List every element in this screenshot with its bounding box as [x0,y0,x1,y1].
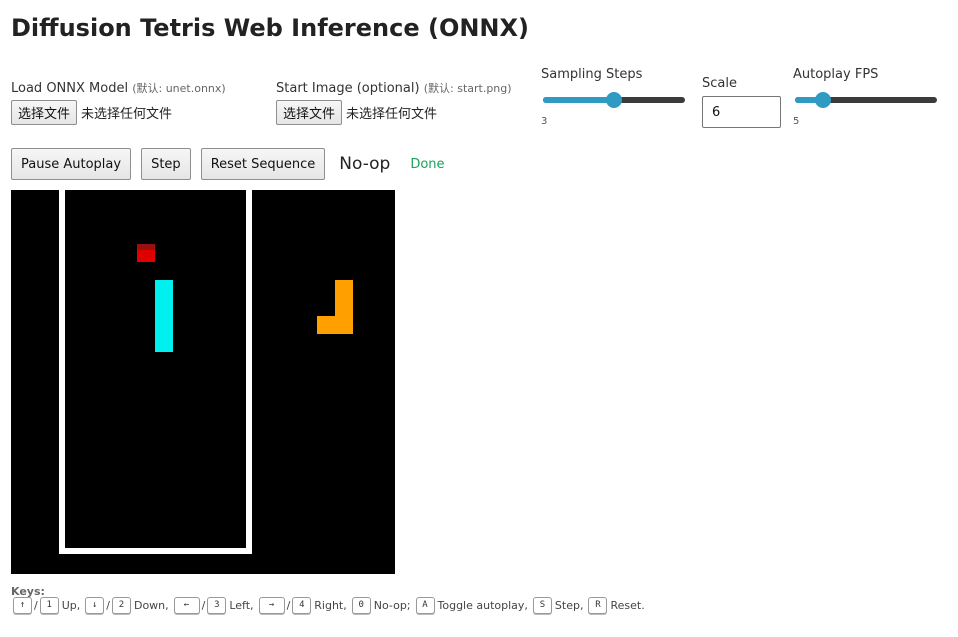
tetris-well [59,190,252,554]
reset-sequence-button[interactable]: Reset Sequence [200,148,326,180]
model-loader-hint: (默认: unet.onnx) [132,82,226,95]
down-arrow-key: ↓ [85,597,105,614]
pause-autoplay-button[interactable]: Pause Autoplay [11,148,132,180]
image-file-row: 选择文件 未选择任何文件 [276,100,512,125]
next-piece-orange-top [335,280,353,334]
page: Diffusion Tetris Web Inference (ONNX) Lo… [0,0,958,637]
step-key-desc: Step, [554,599,584,612]
left-key-desc: Left, [229,599,254,612]
model-loader-label: Load ONNX Model (默认: unet.onnx) [11,80,226,98]
autoplay-fps-value: 5 [793,116,800,127]
model-loader: Load ONNX Model (默认: unet.onnx) 选择文件 未选择… [11,80,226,125]
autoplay-fps-slider[interactable] [793,91,939,109]
model-file-row: 选择文件 未选择任何文件 [11,100,226,125]
keys-title: Keys: [11,585,45,598]
image-loader-hint: (默认: start.png) [423,82,512,95]
falling-piece-cyan [155,280,173,352]
falling-piece-red [137,244,155,262]
autoplay-fps-label: Autoplay FPS [793,67,879,82]
controls-bar: Pause Autoplay Step Reset Sequence No-op… [11,148,445,180]
up-number-key: 1 [39,597,59,614]
autoplay-fps-control: Autoplay FPS 5 [793,67,939,127]
model-file-status: 未选择任何文件 [81,107,173,122]
down-key-desc: Down, [133,599,169,612]
scale-input[interactable] [702,96,781,128]
keys-legend: Keys: ↑ / 1 Up, ↓ / 2 Down, ← / 3 Left, … [11,585,648,614]
model-file-button[interactable]: 选择文件 [11,100,78,125]
autoplay-key: A [415,597,435,614]
key-separator: / [201,599,206,612]
reset-key: R [588,597,608,614]
slider-fill [543,97,614,103]
noop-key: 0 [351,597,371,614]
image-file-status: 未选择任何文件 [346,107,438,122]
next-piece-orange-foot [317,316,335,334]
key-separator: / [286,599,291,612]
current-action-label: No-op [339,154,391,174]
model-loader-label-text: Load ONNX Model [11,81,129,96]
status-label: Done [410,156,445,172]
down-number-key: 2 [111,597,131,614]
autoplay-key-desc: Toggle autoplay, [437,599,528,612]
sampling-steps-value: 3 [541,116,548,127]
slider-thumb[interactable] [815,92,832,108]
up-key-desc: Up, [61,599,81,612]
key-separator: / [34,599,38,612]
reset-key-desc: Reset. [610,599,645,612]
slider-thumb[interactable] [606,92,622,108]
up-arrow-key: ↑ [13,597,32,614]
step-key: S [532,597,552,614]
left-number-key: 3 [207,597,227,614]
scale-control: Scale [702,76,781,128]
page-title: Diffusion Tetris Web Inference (ONNX) [11,14,529,42]
sampling-steps-slider[interactable] [541,91,687,109]
left-arrow-key: ← [173,597,200,614]
keys-line: ↑ / 1 Up, ↓ / 2 Down, ← / 3 Left, → / 4 … [11,597,648,614]
key-separator: / [106,599,110,612]
right-key-desc: Right, [314,599,347,612]
step-button[interactable]: Step [141,148,191,180]
image-loader-label: Start Image (optional) (默认: start.png) [276,80,512,98]
sampling-steps-control: Sampling Steps 3 [541,67,687,127]
right-number-key: 4 [292,597,312,614]
noop-key-desc: No-op; [373,599,411,612]
image-loader-label-text: Start Image (optional) [276,81,420,96]
scale-label: Scale [702,76,737,91]
sampling-steps-label: Sampling Steps [541,67,643,82]
image-loader: Start Image (optional) (默认: start.png) 选… [276,80,512,125]
right-arrow-key: → [258,597,285,614]
game-canvas[interactable] [11,190,395,574]
image-file-button[interactable]: 选择文件 [276,100,343,125]
